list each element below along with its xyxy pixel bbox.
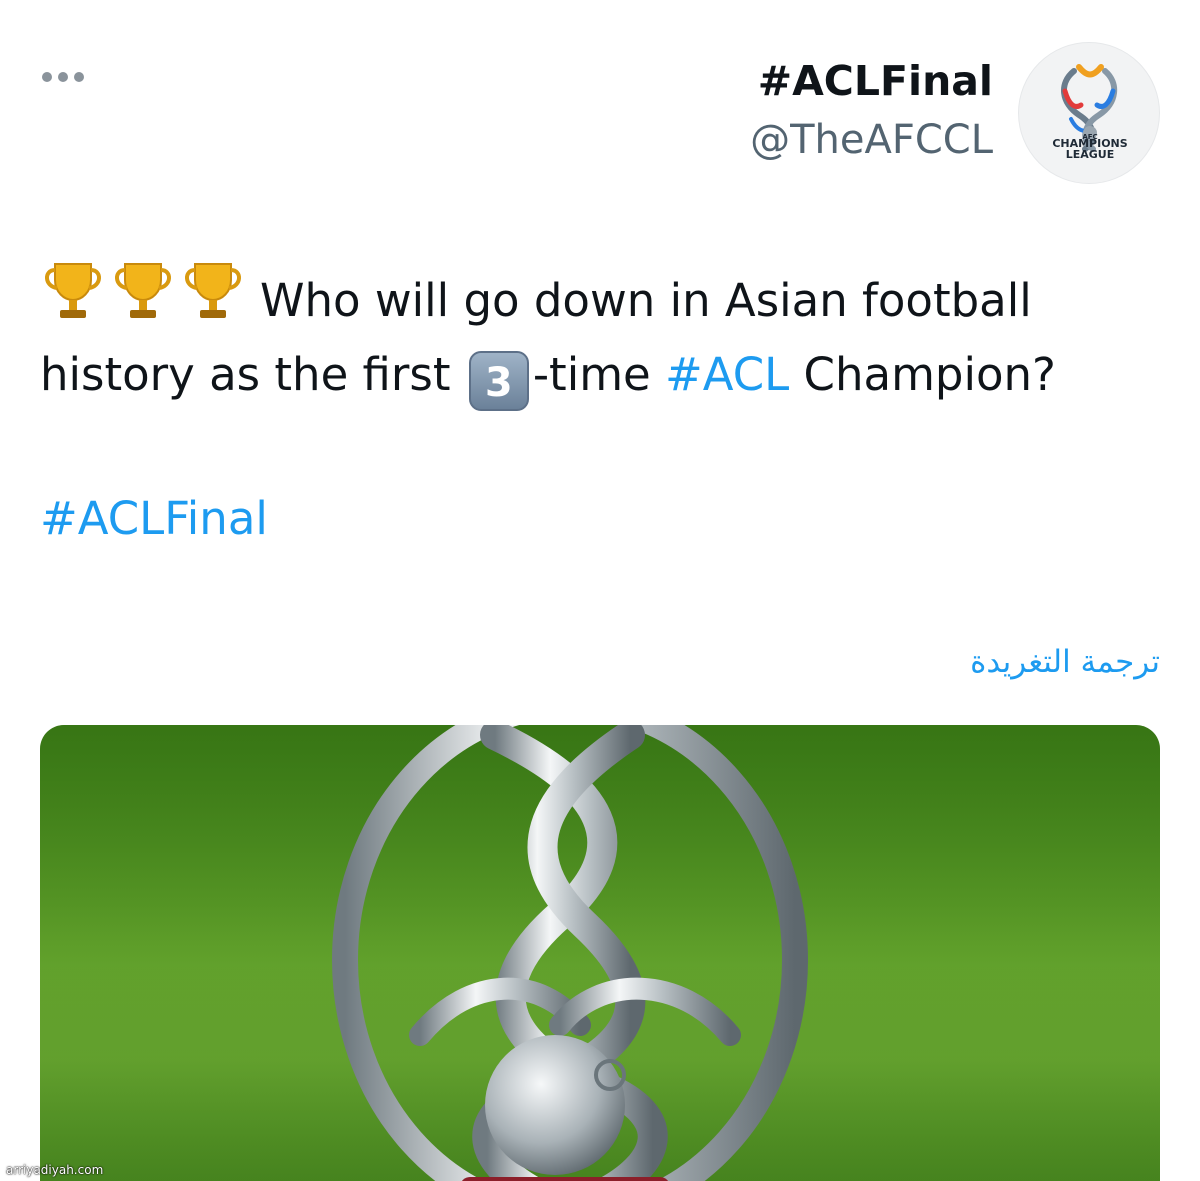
afc-champions-league-logo: AFC CHAMPIONS LEAGUE	[1052, 64, 1128, 161]
watermark: arriyadiyah.com	[6, 1163, 104, 1177]
acl-trophy-photo	[40, 725, 1160, 1181]
more-options-icon[interactable]	[42, 72, 84, 82]
keycap-three-emoji: 3	[468, 351, 529, 411]
tweet-text-line2a: history as the first	[40, 348, 451, 401]
avatar[interactable]: AFC CHAMPIONS LEAGUE	[1018, 42, 1160, 184]
trophy-icon	[40, 258, 106, 324]
author-handle[interactable]: @TheAFCCL	[750, 116, 993, 164]
tweet-text-line2c: Champion?	[803, 348, 1056, 401]
hashtag-aclfinal-link[interactable]: #ACLFinal	[40, 488, 268, 550]
trophy-icon	[110, 258, 176, 324]
trophy-emojis	[40, 258, 246, 324]
tweet-text-line2b: -time	[532, 348, 651, 401]
tweet-text-line1: Who will go down in Asian football	[260, 274, 1032, 327]
translate-tweet-link[interactable]: ترجمة التغريدة	[970, 640, 1160, 684]
hashtag-acl-link[interactable]: #ACL	[665, 348, 789, 401]
tweet-text: Who will go down in Asian football histo…	[40, 258, 1160, 412]
svg-text:LEAGUE: LEAGUE	[1066, 148, 1115, 161]
tweet-screen: #ACLFinal @TheAFCCL AFC CHAMPIONS LEAGUE	[0, 0, 1200, 1181]
author-display-name[interactable]: #ACLFinal	[758, 57, 993, 105]
tweet-media-image[interactable]	[40, 725, 1160, 1181]
trophy-icon	[180, 258, 246, 324]
